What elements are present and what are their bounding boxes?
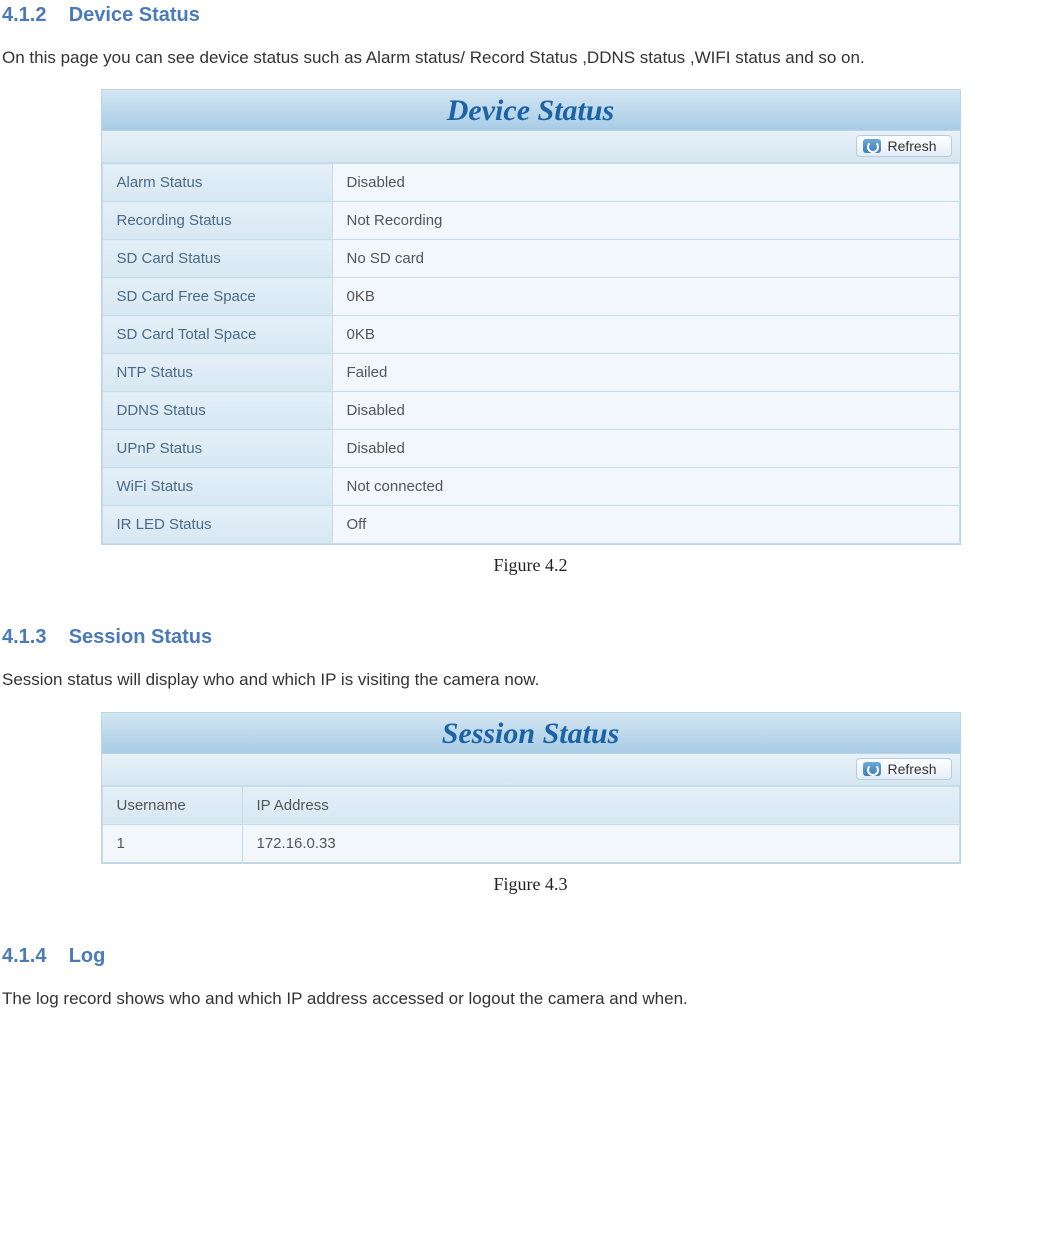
section-heading-device-status: 4.1.2 Device Status xyxy=(2,4,1061,27)
status-label: NTP Status xyxy=(102,354,332,392)
table-row: SD Card StatusNo SD card xyxy=(102,240,959,278)
table-row: NTP StatusFailed xyxy=(102,354,959,392)
status-value: No SD card xyxy=(332,240,959,278)
panel-title-bar: Session Status xyxy=(102,713,960,754)
status-label: WiFi Status xyxy=(102,468,332,506)
section-intro-device-status: On this page you can see device status s… xyxy=(2,45,1061,71)
status-label: UPnP Status xyxy=(102,430,332,468)
status-label: IR LED Status xyxy=(102,506,332,544)
refresh-label: Refresh xyxy=(887,138,936,154)
figure-caption-4-3: Figure 4.3 xyxy=(0,874,1061,895)
table-row: SD Card Total Space0KB xyxy=(102,316,959,354)
status-value: Failed xyxy=(332,354,959,392)
status-label: Alarm Status xyxy=(102,164,332,202)
status-label: SD Card Total Space xyxy=(102,316,332,354)
session-ip: 172.16.0.33 xyxy=(242,824,959,862)
section-number: 4.1.4 xyxy=(2,945,46,967)
device-status-panel: Device Status Refresh Alarm StatusDisabl… xyxy=(101,89,961,545)
status-label: SD Card Free Space xyxy=(102,278,332,316)
panel-title-bar: Device Status xyxy=(102,90,960,131)
section-intro-session-status: Session status will display who and whic… xyxy=(2,667,1061,693)
status-value: 0KB xyxy=(332,278,959,316)
status-value: 0KB xyxy=(332,316,959,354)
section-intro-log: The log record shows who and which IP ad… xyxy=(2,986,1061,1012)
refresh-button[interactable]: Refresh xyxy=(856,758,951,780)
table-row: UPnP StatusDisabled xyxy=(102,430,959,468)
col-ip: IP Address xyxy=(242,786,959,824)
panel-title: Device Status xyxy=(447,94,614,127)
status-value: Not connected xyxy=(332,468,959,506)
table-row: SD Card Free Space0KB xyxy=(102,278,959,316)
refresh-label: Refresh xyxy=(887,761,936,777)
refresh-row: Refresh xyxy=(102,131,960,163)
table-row: 1 172.16.0.33 xyxy=(102,824,959,862)
refresh-icon xyxy=(863,139,881,153)
status-label: DDNS Status xyxy=(102,392,332,430)
status-value: Disabled xyxy=(332,430,959,468)
table-row: IR LED StatusOff xyxy=(102,506,959,544)
session-status-panel: Session Status Refresh Username IP Addre… xyxy=(101,712,961,864)
session-status-table: Username IP Address 1 172.16.0.33 xyxy=(102,786,960,863)
section-title: Device Status xyxy=(69,4,200,26)
status-label: SD Card Status xyxy=(102,240,332,278)
section-title: Session Status xyxy=(69,626,212,648)
table-row: Recording StatusNot Recording xyxy=(102,202,959,240)
section-title: Log xyxy=(69,945,106,967)
section-heading-log: 4.1.4 Log xyxy=(2,945,1061,968)
col-username: Username xyxy=(102,786,242,824)
panel-title: Session Status xyxy=(442,717,620,750)
status-label: Recording Status xyxy=(102,202,332,240)
status-value: Disabled xyxy=(332,164,959,202)
refresh-row: Refresh xyxy=(102,754,960,786)
section-number: 4.1.3 xyxy=(2,626,46,648)
device-status-table: Alarm StatusDisabled Recording StatusNot… xyxy=(102,163,960,544)
status-value: Not Recording xyxy=(332,202,959,240)
refresh-button[interactable]: Refresh xyxy=(856,135,951,157)
table-header-row: Username IP Address xyxy=(102,786,959,824)
section-heading-session-status: 4.1.3 Session Status xyxy=(2,626,1061,649)
status-value: Off xyxy=(332,506,959,544)
refresh-icon xyxy=(863,762,881,776)
section-number: 4.1.2 xyxy=(2,4,46,26)
table-row: Alarm StatusDisabled xyxy=(102,164,959,202)
figure-caption-4-2: Figure 4.2 xyxy=(0,555,1061,576)
session-username: 1 xyxy=(102,824,242,862)
status-value: Disabled xyxy=(332,392,959,430)
table-row: WiFi StatusNot connected xyxy=(102,468,959,506)
table-row: DDNS StatusDisabled xyxy=(102,392,959,430)
